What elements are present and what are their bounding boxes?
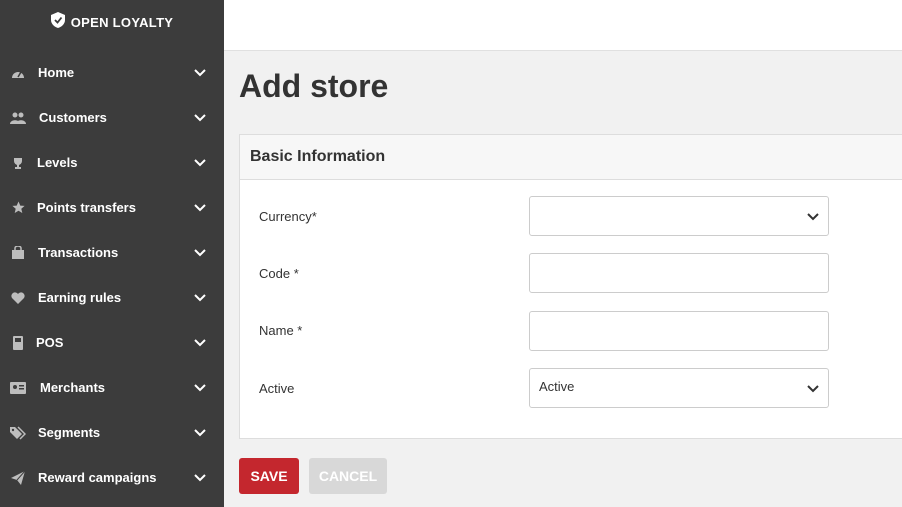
paper-plane-icon [10, 470, 26, 486]
star-icon [10, 200, 26, 216]
code-input[interactable] [529, 253, 829, 293]
chevron-down-icon [192, 425, 208, 441]
sidebar-item-label: Home [38, 65, 75, 80]
sidebar: OPEN LOYALTY Home Customers Levels Point… [0, 0, 224, 507]
sidebar-item-label: Transactions [38, 245, 119, 260]
page-title: Add store [239, 68, 389, 104]
sidebar-item-label: Levels [37, 155, 78, 170]
chevron-down-icon [192, 380, 208, 396]
pos-terminal-icon [10, 335, 26, 351]
basic-information-panel: Basic Information Currency* Code * Name … [239, 134, 902, 439]
id-card-icon [10, 380, 26, 396]
chevron-down-icon [192, 335, 208, 351]
code-label: Code * [259, 266, 299, 281]
sidebar-item-label: Reward campaigns [38, 470, 157, 485]
name-label: Name * [259, 323, 303, 338]
save-button[interactable]: SAVE [239, 458, 299, 494]
dashboard-icon [10, 65, 26, 81]
sidebar-item-label: POS [36, 335, 64, 350]
shield-icon [50, 11, 65, 33]
name-input[interactable] [529, 311, 829, 351]
sidebar-item-pos[interactable]: POS [0, 320, 224, 365]
cancel-button[interactable]: CANCEL [309, 458, 387, 494]
chevron-down-icon [806, 381, 820, 395]
active-value: Active [539, 379, 575, 394]
currency-label: Currency* [259, 209, 317, 224]
trophy-icon [10, 155, 26, 171]
tags-icon [10, 425, 26, 441]
sidebar-item-segments[interactable]: Segments [0, 410, 224, 455]
panel-header: Basic Information [240, 135, 902, 180]
chevron-down-icon [192, 110, 208, 126]
sidebar-item-levels[interactable]: Levels [0, 140, 224, 185]
chevron-down-icon [806, 209, 820, 223]
chevron-down-icon [192, 470, 208, 486]
sidebar-item-label: Customers [39, 110, 107, 125]
top-bar [224, 0, 902, 51]
shopping-bag-icon [10, 245, 26, 261]
sidebar-item-points-transfers[interactable]: Points transfers [0, 185, 224, 230]
sidebar-item-merchants[interactable]: Merchants [0, 365, 224, 410]
sidebar-item-customers[interactable]: Customers [0, 95, 224, 140]
currency-select[interactable] [529, 196, 829, 236]
brand-logo[interactable]: OPEN LOYALTY [0, 0, 224, 44]
chevron-down-icon [192, 245, 208, 261]
active-label: Active [259, 381, 295, 396]
sidebar-item-reward-campaigns[interactable]: Reward campaigns [0, 455, 224, 500]
users-icon [10, 110, 26, 126]
sidebar-item-label: Points transfers [37, 200, 136, 215]
chevron-down-icon [192, 155, 208, 171]
chevron-down-icon [192, 65, 208, 81]
active-select[interactable]: Active [529, 368, 829, 408]
brand-name: OPEN LOYALTY [70, 14, 174, 30]
sidebar-item-earning-rules[interactable]: Earning rules [0, 275, 224, 320]
section-title: Basic Information [250, 148, 386, 165]
heart-icon [10, 290, 26, 306]
sidebar-item-label: Segments [38, 425, 101, 440]
sidebar-item-label: Earning rules [38, 290, 122, 305]
chevron-down-icon [192, 290, 208, 306]
sidebar-item-label: Merchants [40, 380, 106, 395]
sidebar-item-transactions[interactable]: Transactions [0, 230, 224, 275]
chevron-down-icon [192, 200, 208, 216]
sidebar-item-home[interactable]: Home [0, 50, 224, 95]
